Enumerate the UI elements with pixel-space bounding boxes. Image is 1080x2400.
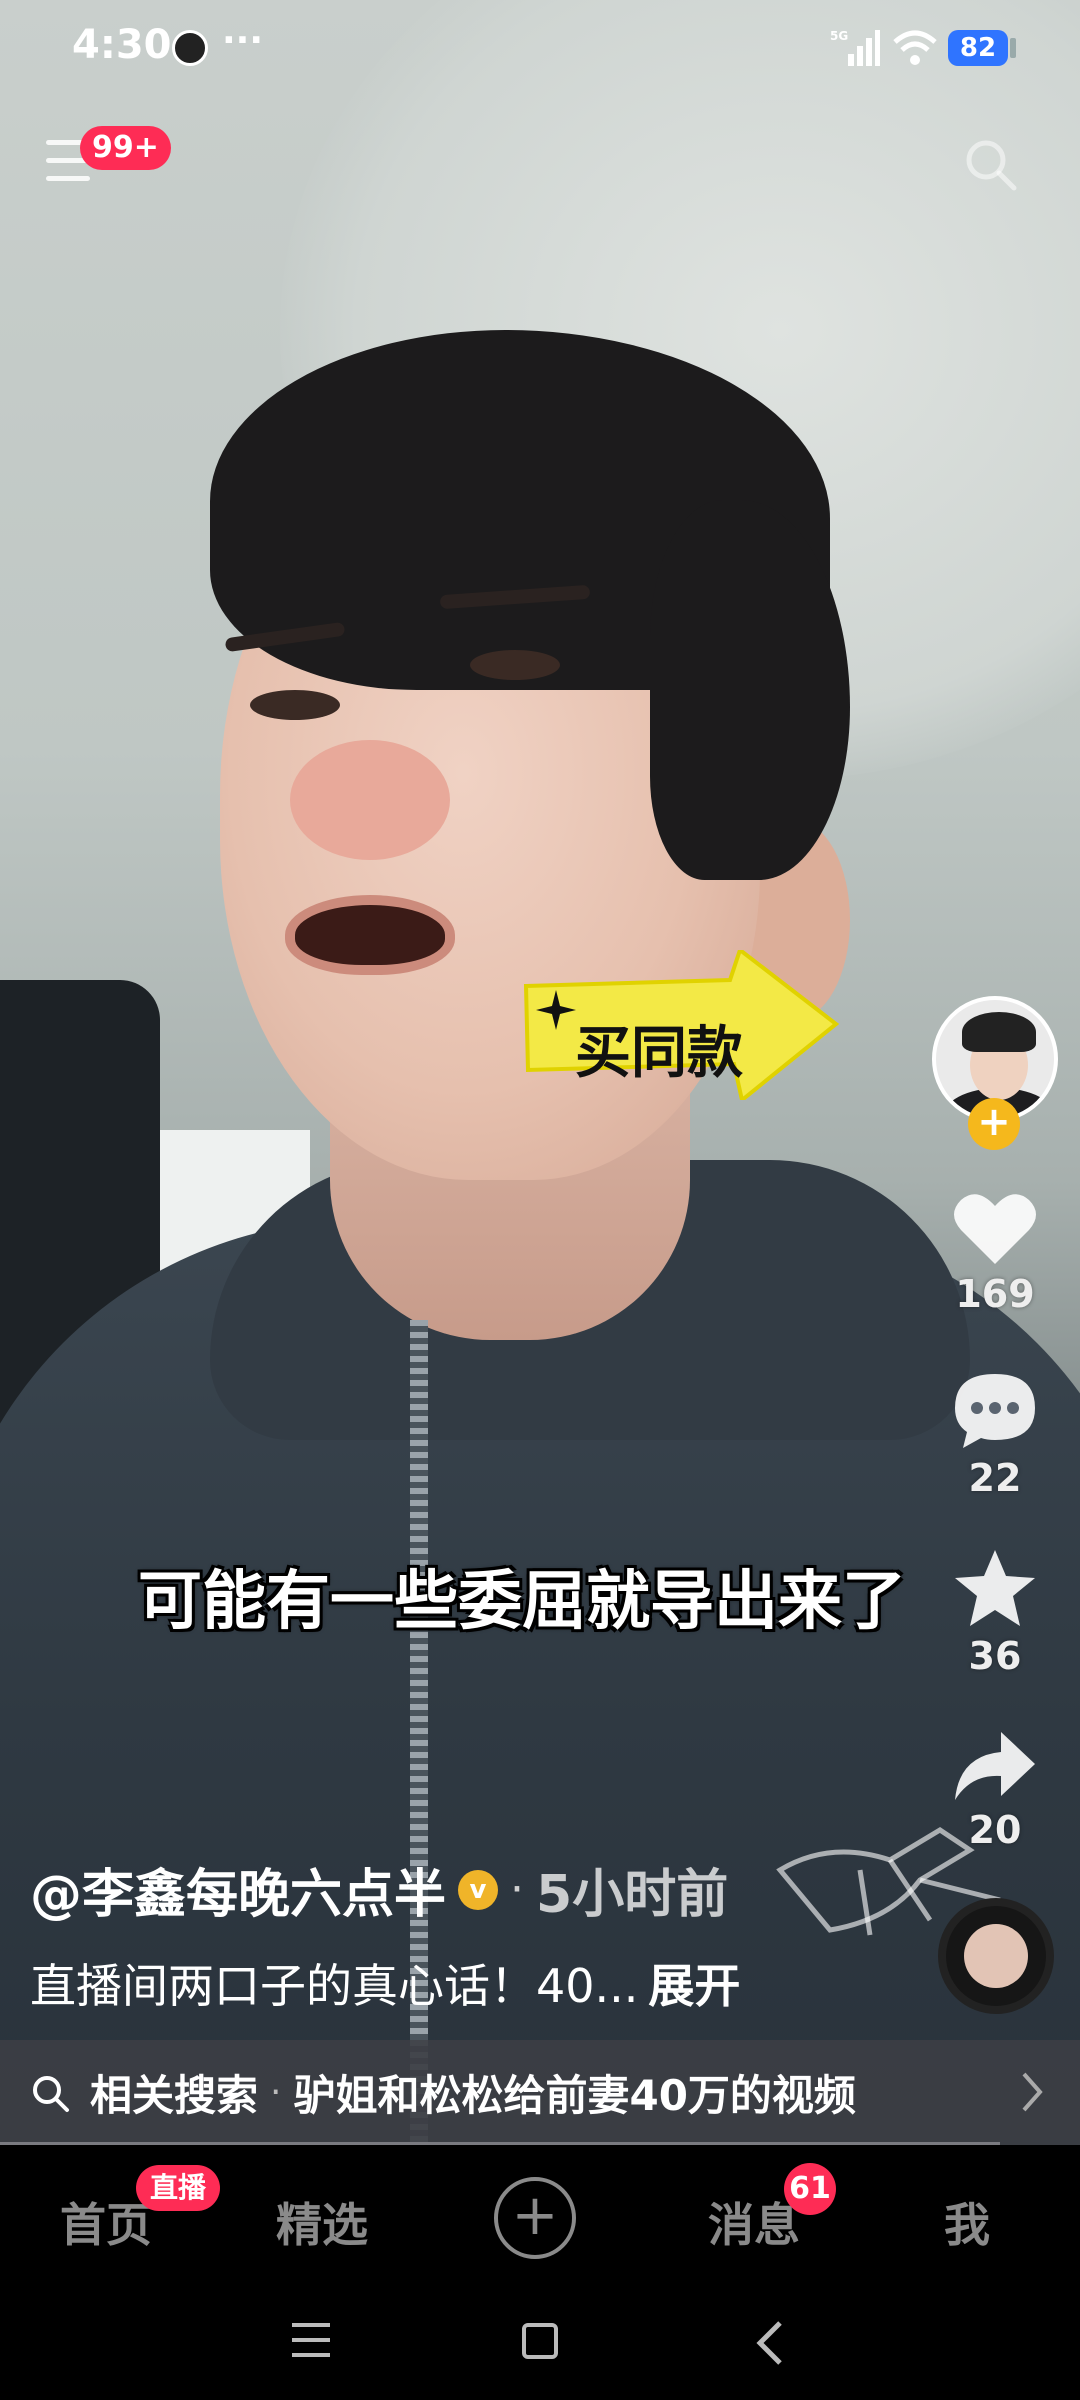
tab-featured[interactable]: 精选 bbox=[276, 2189, 368, 2255]
comment-icon bbox=[955, 1374, 1035, 1448]
bottom-nav: 首页 直播 精选 + 消息 61 我 bbox=[0, 2145, 1080, 2295]
avatar-hair bbox=[962, 1012, 1036, 1052]
live-badge: 直播 bbox=[136, 2165, 221, 2211]
battery-icon: 82 bbox=[948, 30, 1008, 66]
comment-button[interactable]: 22 bbox=[930, 1370, 1060, 1500]
search-icon bbox=[33, 2075, 69, 2112]
person-eye-left bbox=[250, 690, 340, 720]
video-subtitle: 可能有一些委屈就导出来了 bbox=[138, 1565, 906, 1639]
share-button[interactable]: 20 bbox=[930, 1730, 1060, 1852]
related-search-query: 驴姐和松松给前妻40万的视频 bbox=[293, 2071, 856, 2120]
recent-apps-icon[interactable] bbox=[292, 2323, 332, 2363]
verified-icon: v bbox=[458, 1869, 499, 1910]
home-square-icon[interactable] bbox=[522, 2323, 558, 2359]
person-nose bbox=[290, 740, 450, 860]
favorite-count: 36 bbox=[968, 1634, 1022, 1678]
like-button[interactable]: 169 bbox=[930, 1190, 1060, 1316]
jacket-zipper bbox=[410, 1320, 428, 2145]
network-type-label: 5G bbox=[830, 29, 848, 43]
post-time: 5小时前 bbox=[536, 1865, 729, 1925]
clock-app-icon bbox=[172, 30, 208, 66]
author-name[interactable]: @李鑫每晚六点半 bbox=[30, 1852, 446, 1927]
status-time: 4:30 bbox=[72, 22, 172, 68]
comment-count: 22 bbox=[968, 1456, 1022, 1500]
more-notifications-icon: ··· bbox=[222, 20, 264, 61]
wifi-icon bbox=[893, 30, 937, 65]
messages-badge: 61 bbox=[784, 2163, 836, 2215]
description-text: 直播间两口子的真心话！40... bbox=[30, 1959, 639, 2013]
person-mouth bbox=[285, 895, 455, 975]
add-button[interactable]: + bbox=[494, 2177, 576, 2259]
menu-notification-badge: 99+ bbox=[80, 126, 171, 170]
star-icon bbox=[955, 1550, 1035, 1626]
share-count: 20 bbox=[968, 1808, 1022, 1852]
related-separator: · bbox=[270, 2072, 282, 2113]
tab-me[interactable]: 我 bbox=[944, 2189, 990, 2255]
follow-button[interactable]: + bbox=[968, 1098, 1020, 1150]
author-row: @李鑫每晚六点半 v · 5小时前 bbox=[30, 1852, 728, 1927]
related-search-label: 相关搜索 bbox=[90, 2071, 259, 2120]
related-search-bar[interactable]: 相关搜索 · 驴姐和松松给前妻40万的视频 bbox=[0, 2040, 1080, 2145]
signal-icon: 5G bbox=[830, 29, 880, 66]
favorite-button[interactable]: 36 bbox=[930, 1548, 1060, 1678]
search-icon[interactable] bbox=[962, 136, 1018, 192]
expand-link[interactable]: 展开 bbox=[648, 1959, 740, 2013]
status-bar: 4:30 ··· 5G 82 bbox=[0, 0, 1080, 100]
like-count: 169 bbox=[955, 1272, 1035, 1316]
heart-icon bbox=[954, 1194, 1036, 1264]
buy-same-label[interactable]: 买同款 bbox=[575, 1008, 743, 1089]
music-disc-icon[interactable] bbox=[938, 1898, 1054, 2014]
music-disc-avatar bbox=[964, 1924, 1028, 1988]
system-nav-bar bbox=[0, 2295, 1080, 2400]
post-description[interactable]: 直播间两口子的真心话！40... 展开 bbox=[30, 1950, 740, 2016]
chevron-right-icon bbox=[1022, 2072, 1043, 2112]
separator-dot: · bbox=[510, 1864, 525, 1915]
back-icon[interactable] bbox=[752, 2319, 792, 2367]
person-eye-right bbox=[470, 650, 560, 680]
battery-tip bbox=[1010, 38, 1016, 58]
share-arrow-icon bbox=[955, 1732, 1035, 1800]
